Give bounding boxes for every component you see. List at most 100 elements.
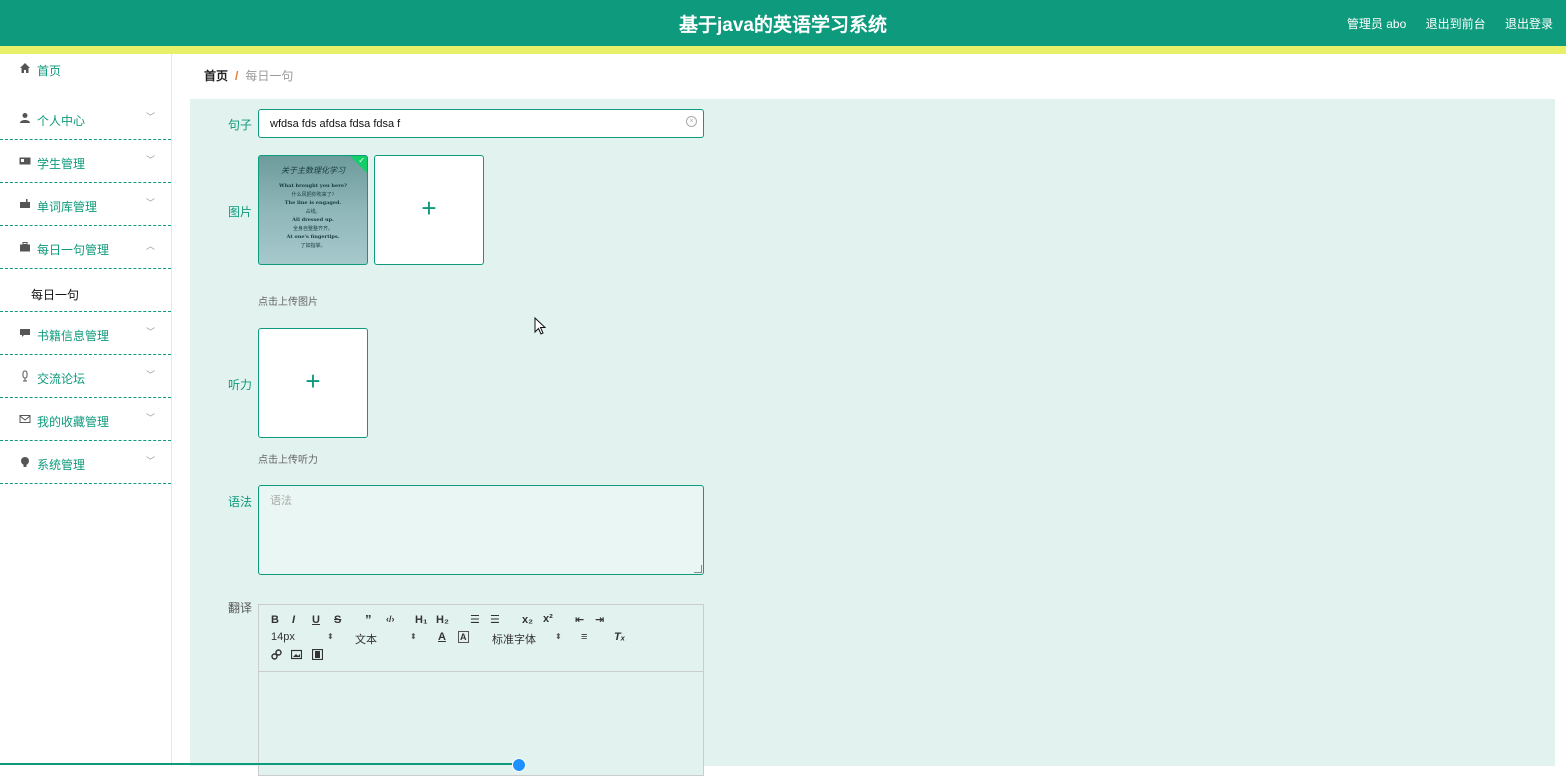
font-color-icon[interactable]: A bbox=[438, 631, 446, 643]
chevron-down-icon: ﹀ bbox=[146, 456, 156, 466]
align-icon[interactable]: ≡ bbox=[581, 631, 587, 643]
sidebar-item-book-info-management[interactable]: 书籍信息管理 ﹀ bbox=[0, 312, 171, 355]
block-format-select[interactable]: 文本 ⬍ bbox=[355, 631, 425, 647]
sidebar-item-favorites-management[interactable]: 我的收藏管理 ﹀ bbox=[0, 398, 171, 441]
video-icon[interactable] bbox=[311, 648, 324, 663]
chevron-down-icon: ﹀ bbox=[146, 413, 156, 423]
sidebar-item-forum[interactable]: 交流论坛 ﹀ bbox=[0, 355, 171, 398]
header-accent-line bbox=[0, 46, 1566, 54]
heading1-icon[interactable]: H₁ bbox=[415, 614, 428, 626]
translation-edit-area[interactable] bbox=[259, 672, 703, 775]
indent-icon[interactable]: ⇥ bbox=[595, 613, 604, 626]
image-label: 图片 bbox=[228, 205, 253, 219]
breadcrumb: 首页 / 每日一句 bbox=[204, 67, 293, 84]
code-block-icon[interactable]: ‹/› bbox=[386, 614, 395, 624]
font-family-select[interactable]: 标准字体 ⬍ bbox=[492, 631, 572, 647]
chevron-down-icon: ﹀ bbox=[146, 155, 156, 165]
font-family-value: 标准字体 bbox=[492, 634, 536, 646]
font-size-value: 14px bbox=[271, 631, 295, 643]
sidebar-item-label: 首页 bbox=[37, 64, 62, 78]
bullet-list-icon[interactable]: ☰ bbox=[490, 613, 500, 626]
blockquote-icon[interactable]: ” bbox=[365, 612, 372, 627]
background-color-icon[interactable]: A bbox=[458, 631, 469, 643]
sidebar-item-system-management[interactable]: 系统管理 ﹀ bbox=[0, 441, 171, 484]
briefcase-icon bbox=[19, 241, 31, 253]
translation-rich-text-editor: B I U S ” ‹/› H₁ H₂ ☰ ☰ x₂ x² ⇤ ⇥ 14px ⬍… bbox=[258, 604, 704, 776]
editor-toolbar: B I U S ” ‹/› H₁ H₂ ☰ ☰ x₂ x² ⇤ ⇥ 14px ⬍… bbox=[259, 605, 703, 672]
sidebar-item-label: 个人中心 bbox=[37, 114, 86, 128]
breadcrumb-current: 每日一句 bbox=[245, 69, 294, 83]
sentence-label: 句子 bbox=[228, 118, 253, 132]
listening-upload-hint: 点击上传听力 bbox=[258, 455, 318, 466]
ordered-list-icon[interactable]: ☰ bbox=[470, 613, 480, 626]
thumb-text-line: What brought you here? bbox=[278, 183, 347, 189]
image-icon[interactable] bbox=[290, 649, 303, 663]
sentence-input-value: wfdsa fds afdsa fdsa fdsa f bbox=[270, 118, 401, 130]
breadcrumb-bar: 首页 / 每日一句 bbox=[190, 57, 1555, 91]
listening-upload-button[interactable]: + bbox=[258, 328, 368, 438]
id-card-icon bbox=[19, 155, 31, 167]
mic-icon bbox=[19, 370, 31, 382]
uploaded-image-thumbnail[interactable]: 关于主数理化学习 What brought you here? 什么风把你吹来了… bbox=[258, 155, 368, 265]
top-bar: 基于java的英语学习系统 管理员 abo 退出到前台 退出登录 bbox=[0, 0, 1566, 46]
mouse-cursor-icon bbox=[534, 316, 547, 338]
logout-link[interactable]: 退出登录 bbox=[1505, 17, 1553, 31]
translation-label: 翻译 bbox=[228, 601, 253, 615]
link-icon[interactable] bbox=[271, 649, 282, 663]
sidebar-item-home[interactable]: 首页 bbox=[0, 54, 171, 84]
check-icon: ✓ bbox=[358, 156, 365, 165]
thumb-text-line: The line is engaged. bbox=[284, 200, 342, 206]
sidebar-item-student-management[interactable]: 学生管理 ﹀ bbox=[0, 140, 171, 183]
horizontal-scrollbar[interactable] bbox=[0, 763, 519, 765]
grammar-label: 语法 bbox=[228, 495, 253, 509]
thumb-text-line: 什么风把你吹来了? bbox=[291, 192, 335, 198]
clear-icon[interactable]: × bbox=[686, 116, 697, 127]
sidebar-item-wordbank-management[interactable]: 单词库管理 ﹀ bbox=[0, 183, 171, 226]
sidebar-item-label: 书籍信息管理 bbox=[37, 329, 110, 343]
sidebar-item-label: 学生管理 bbox=[37, 157, 86, 171]
chevron-down-icon: ﹀ bbox=[146, 112, 156, 122]
chevron-down-icon: ﹀ bbox=[146, 370, 156, 380]
chevron-down-icon: ﹀ bbox=[146, 198, 156, 208]
font-size-select[interactable]: 14px ⬍ bbox=[271, 631, 341, 643]
outdent-icon[interactable]: ⇤ bbox=[575, 613, 584, 626]
thumb-text-line: All dressed up. bbox=[292, 217, 334, 223]
select-caret-icon: ⬍ bbox=[327, 632, 334, 641]
thumb-text-line: At one's fingertips. bbox=[286, 234, 340, 240]
bold-icon[interactable]: B bbox=[271, 614, 279, 626]
breadcrumb-home[interactable]: 首页 bbox=[204, 69, 228, 83]
clear-format-icon[interactable]: Tₓ bbox=[614, 631, 625, 643]
plus-icon: + bbox=[421, 193, 437, 223]
block-format-value: 文本 bbox=[355, 634, 377, 646]
top-links: 管理员 abo 退出到前台 退出登录 bbox=[1331, 15, 1553, 32]
sidebar-item-personal-center[interactable]: 个人中心 ﹀ bbox=[0, 97, 171, 140]
chevron-up-icon: ︿ bbox=[146, 241, 156, 251]
sidebar-item-daily-sentence-management[interactable]: 每日一句管理 ︿ bbox=[0, 226, 171, 269]
thumb-text-line: 占线。 bbox=[305, 209, 321, 215]
subscript-icon[interactable]: x₂ bbox=[522, 614, 533, 626]
exit-to-front-link[interactable]: 退出到前台 bbox=[1426, 17, 1486, 31]
resize-handle[interactable] bbox=[694, 565, 702, 573]
sentence-input[interactable]: wfdsa fds afdsa fdsa fdsa f × bbox=[258, 109, 704, 138]
breadcrumb-separator: / bbox=[235, 69, 239, 83]
sidebar-item-label: 交流论坛 bbox=[37, 372, 86, 386]
strikethrough-icon[interactable]: S bbox=[334, 614, 341, 626]
plus-icon: + bbox=[305, 366, 321, 396]
sidebar: 首页 个人中心 ﹀ 学生管理 ﹀ 单词库管理 ﹀ 每日一句管理 ︿ 每日一句 书… bbox=[0, 54, 172, 766]
superscript-icon[interactable]: x² bbox=[543, 613, 553, 625]
sidebar-subitem-daily-sentence[interactable]: 每日一句 bbox=[0, 269, 171, 312]
image-upload-button[interactable]: + bbox=[374, 155, 484, 265]
select-caret-icon: ⬍ bbox=[555, 632, 562, 641]
sidebar-item-label: 系统管理 bbox=[37, 458, 86, 472]
form-panel: 句子 wfdsa fds afdsa fdsa fdsa f × 图片 关于主数… bbox=[190, 99, 1555, 776]
heading2-icon[interactable]: H₂ bbox=[436, 614, 449, 626]
user-icon bbox=[19, 112, 31, 124]
thumb-text-line: 关于主数理化学习 bbox=[281, 166, 345, 175]
home-icon bbox=[19, 62, 31, 74]
bulb-icon bbox=[19, 456, 31, 468]
scrollbar-handle[interactable] bbox=[512, 758, 526, 772]
italic-icon[interactable]: I bbox=[292, 614, 295, 626]
image-upload-hint: 点击上传图片 bbox=[258, 297, 318, 308]
underline-icon[interactable]: U bbox=[312, 614, 320, 626]
grammar-textarea[interactable]: 语法 bbox=[258, 485, 704, 575]
